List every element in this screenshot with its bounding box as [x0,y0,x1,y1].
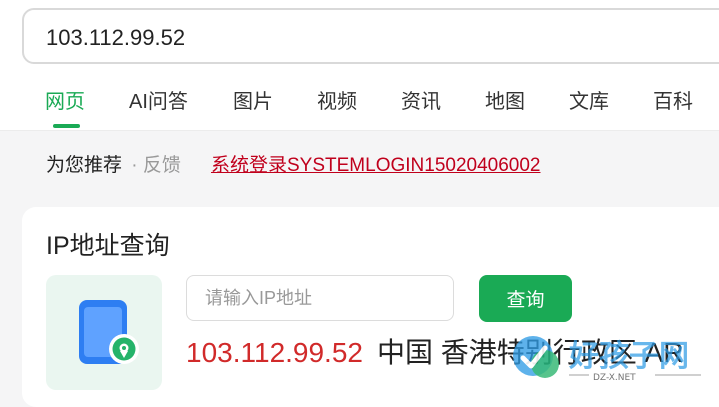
result-location: 中国 香港特别行政区 AR [376,337,684,368]
feedback-link[interactable]: 反馈 [143,155,181,176]
tabs-bar: 网页 AI问答 图片 视频 资讯 地图 文库 百科 [0,84,719,130]
active-tab-indicator [53,124,80,128]
tab-library[interactable]: 文库 [569,84,609,120]
ip-input[interactable] [186,275,454,321]
tab-videos[interactable]: 视频 [317,84,357,120]
ip-lookup-card: IP地址查询 查询 103.112.99.52 中国 香港特别行政区 AR [22,207,719,407]
search-query[interactable]: 103.112.99.52 [46,10,185,66]
tab-news[interactable]: 资讯 [401,84,441,120]
recommended-link[interactable]: 系统登录SYSTEMLOGIN15020406002 [211,152,541,180]
tab-images[interactable]: 图片 [233,84,273,120]
result-ip: 103.112.99.52 [186,337,363,368]
tab-encyclopedia[interactable]: 百科 [653,84,693,120]
search-box[interactable]: 103.112.99.52 [22,8,719,64]
query-button[interactable]: 查询 [479,275,572,322]
phone-location-icon [46,275,162,390]
top-bar: 103.112.99.52 网页 AI问答 图片 视频 资讯 地图 文库 百科 [0,0,719,131]
recommend-separator: · [131,155,138,176]
ip-result: 103.112.99.52 中国 香港特别行政区 AR [186,333,683,373]
recommend-row: 为您推荐 · 反馈 [46,152,181,180]
recommend-label: 为您推荐 [46,155,123,176]
phone-location-icon-graphic [79,300,139,364]
tab-ai-qa[interactable]: AI问答 [129,84,188,120]
tab-web[interactable]: 网页 [45,84,85,120]
tab-maps[interactable]: 地图 [485,84,525,120]
card-title: IP地址查询 [46,232,170,260]
